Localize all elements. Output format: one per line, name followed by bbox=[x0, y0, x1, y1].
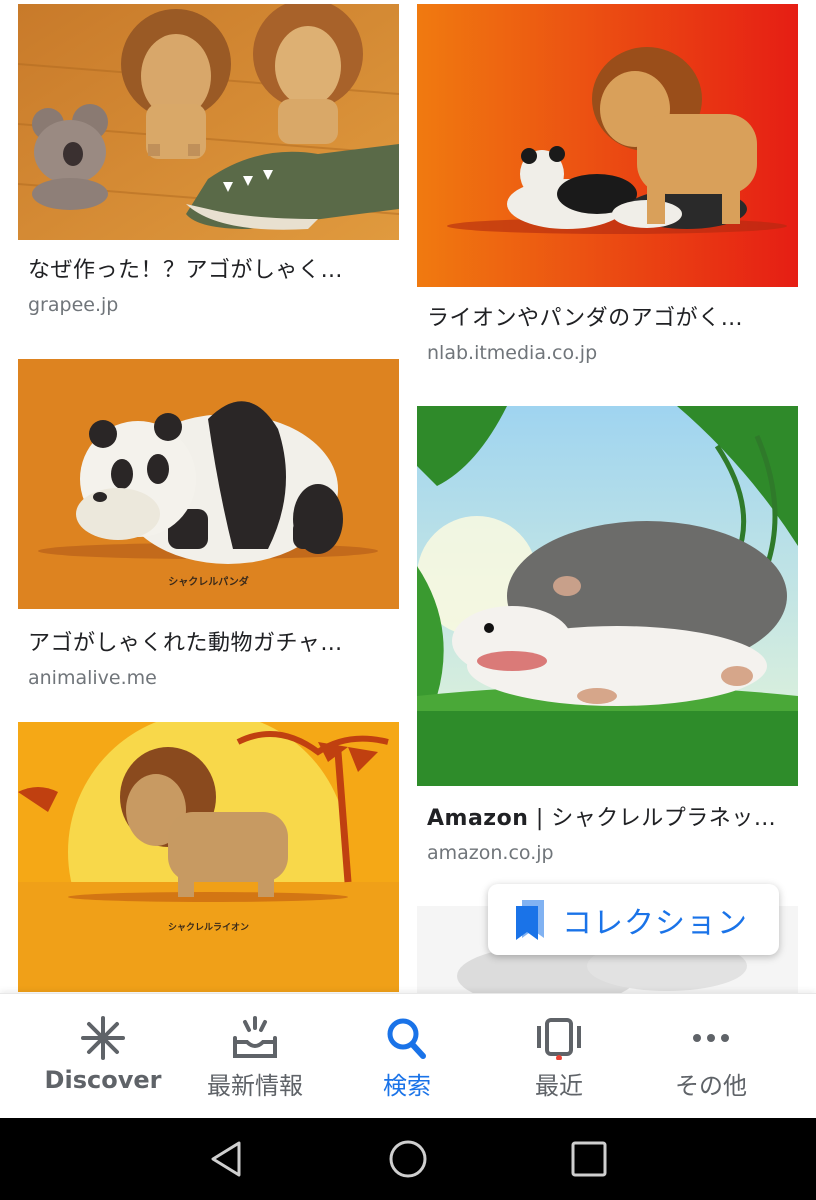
result-title[interactable]: なぜ作った！？アゴがしゃく… bbox=[18, 252, 399, 284]
nav-label: Discover bbox=[44, 1066, 162, 1094]
result-thumbnail[interactable] bbox=[417, 406, 798, 786]
lion-sunset-image bbox=[18, 722, 399, 992]
image-caption: シャクレルライオン bbox=[167, 923, 249, 933]
back-icon[interactable] bbox=[207, 1139, 247, 1179]
result-title-wrap: Amazon | シャクレルプラネッ… amazon.co.jp bbox=[417, 800, 798, 864]
result-source: nlab.itmedia.co.jp bbox=[427, 342, 598, 364]
lion-figures-image bbox=[18, 4, 399, 240]
results-column-left: なぜ作った！？アゴがしゃく… grapee.jp シャクレルパンダ アゴがしゃく… bbox=[18, 0, 399, 992]
nav-label: 最近 bbox=[535, 1072, 583, 1100]
result-source: animalive.me bbox=[28, 667, 157, 689]
result-title-wrap: なぜ作った！？アゴがしゃく… grapee.jp bbox=[18, 252, 399, 316]
image-search-results: なぜ作った！？アゴがしゃく… grapee.jp シャクレルパンダ アゴがしゃく… bbox=[0, 0, 816, 1200]
collection-label: コレクション bbox=[562, 906, 748, 941]
result-title-rest: | シャクレルプラネッ… bbox=[528, 806, 777, 831]
overview-icon[interactable] bbox=[569, 1139, 609, 1179]
nav-recent[interactable]: 最近 bbox=[484, 994, 634, 1119]
result-thumbnail[interactable] bbox=[417, 4, 798, 287]
result-card[interactable]: なぜ作った！？アゴがしゃく… grapee.jp bbox=[18, 0, 399, 353]
system-navigation-bar bbox=[0, 1118, 816, 1200]
result-title-bold: Amazon bbox=[427, 806, 529, 831]
asterisk-icon bbox=[81, 1016, 125, 1060]
more-icon bbox=[693, 1034, 729, 1042]
result-title[interactable]: ライオンやパンダのアゴがく… bbox=[417, 300, 798, 332]
results-column-right: ライオンやパンダのアゴがく… nlab.itmedia.co.jp Amazon… bbox=[417, 0, 798, 1006]
result-card[interactable]: シャクレルパンダ アゴがしゃくれた動物ガチャ… animalive.me bbox=[18, 359, 399, 728]
panda-figure-image bbox=[18, 359, 399, 609]
nav-label: その他 bbox=[675, 1072, 747, 1100]
nav-updates[interactable]: 最新情報 bbox=[180, 994, 330, 1119]
nav-label: 検索 bbox=[383, 1072, 431, 1100]
nav-more[interactable]: その他 bbox=[636, 994, 786, 1119]
result-card[interactable]: Amazon | シャクレルプラネッ… amazon.co.jp bbox=[417, 402, 798, 902]
home-icon[interactable] bbox=[388, 1139, 428, 1179]
result-title[interactable]: アゴがしゃくれた動物ガチャ… bbox=[18, 625, 399, 657]
nav-search[interactable]: 検索 bbox=[332, 994, 482, 1119]
result-title[interactable]: Amazon | シャクレルプラネッ… bbox=[417, 800, 798, 832]
result-source: grapee.jp bbox=[28, 294, 119, 316]
result-title-wrap: ライオンやパンダのアゴがく… nlab.itmedia.co.jp bbox=[417, 300, 798, 364]
result-title-wrap: アゴがしゃくれた動物ガチャ… animalive.me bbox=[18, 625, 399, 689]
hedgehog-image bbox=[417, 406, 798, 786]
recent-icon bbox=[537, 1018, 581, 1060]
bookmark-icon bbox=[516, 900, 544, 940]
result-card[interactable]: ライオンやパンダのアゴがく… nlab.itmedia.co.jp bbox=[417, 0, 798, 402]
result-thumbnail[interactable]: シャクレルパンダ bbox=[18, 359, 399, 609]
result-card[interactable]: シャクレルライオン bbox=[18, 722, 399, 992]
result-source: amazon.co.jp bbox=[427, 842, 554, 864]
collection-button[interactable]: コレクション bbox=[488, 884, 779, 955]
nav-discover[interactable]: Discover bbox=[28, 994, 178, 1119]
updates-icon bbox=[233, 1016, 277, 1058]
result-thumbnail[interactable] bbox=[18, 4, 399, 240]
lion-panda-image bbox=[417, 4, 798, 287]
bottom-navigation: Discover 最新情報 検索 最近 その他 bbox=[0, 993, 816, 1118]
result-thumbnail[interactable]: シャクレルライオン bbox=[18, 722, 399, 992]
nav-label: 最新情報 bbox=[207, 1072, 303, 1100]
image-caption: シャクレルパンダ bbox=[168, 577, 249, 588]
search-icon bbox=[387, 1018, 426, 1059]
